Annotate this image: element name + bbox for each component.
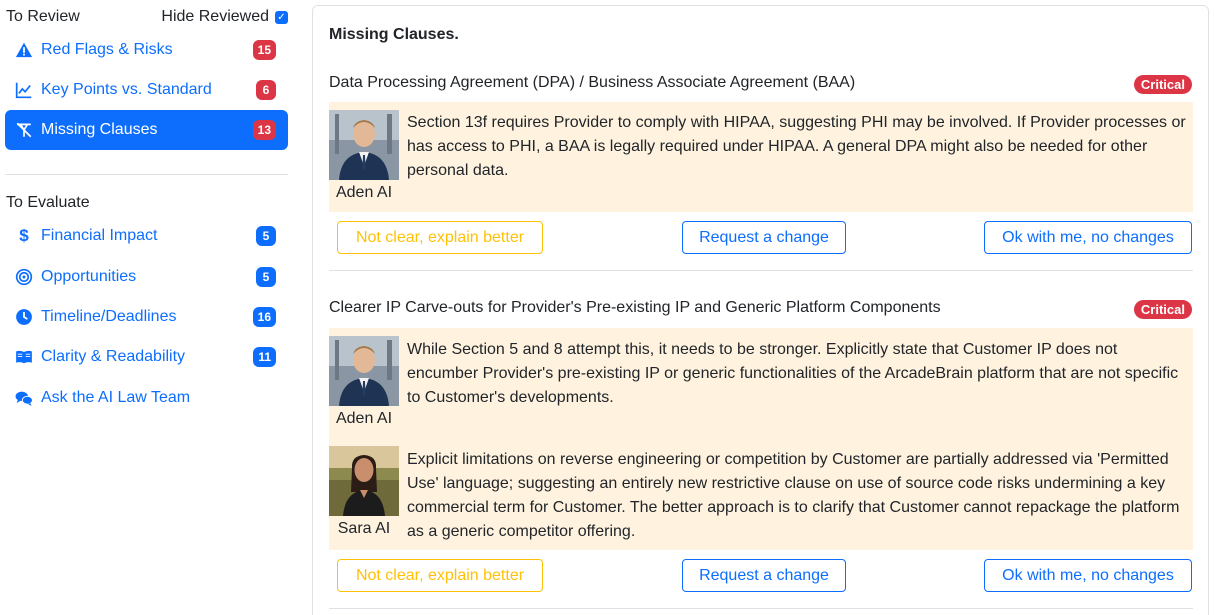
sidebar: To Review Hide Reviewed ✓ Red Flags & Ri… xyxy=(0,0,296,615)
comment-text: While Section 5 and 8 attempt this, it n… xyxy=(407,341,1179,406)
sidebar-divider xyxy=(5,174,288,175)
explain-better-button[interactable]: Not clear, explain better xyxy=(337,221,543,254)
comment-block: Aden AI Section 13f requires Provider to… xyxy=(329,102,1193,212)
to-evaluate-header: To Evaluate xyxy=(6,194,90,211)
author-name: Aden AI xyxy=(335,184,393,201)
comment-block: Aden AI While Section 5 and 8 attempt th… xyxy=(329,328,1193,550)
count-badge: 11 xyxy=(253,347,276,367)
request-change-button[interactable]: Request a change xyxy=(682,559,846,592)
clause-title: Clearer IP Carve-outs for Provider's Pre… xyxy=(329,299,941,316)
comment-text: Section 13f requires Provider to comply … xyxy=(407,114,1186,179)
sidebar-item-ask-ai-law-team[interactable]: Ask the AI Law Team xyxy=(5,378,288,418)
sidebar-item-clarity[interactable]: Clarity & Readability 11 xyxy=(5,337,288,377)
explain-better-button[interactable]: Not clear, explain better xyxy=(337,559,543,592)
critical-badge: Critical xyxy=(1133,300,1192,319)
count-badge: 16 xyxy=(252,307,276,327)
sidebar-item-red-flags[interactable]: Red Flags & Risks 15 xyxy=(5,30,288,70)
critical-badge: Critical xyxy=(1133,75,1192,94)
author-name: Aden AI xyxy=(335,410,393,427)
clause-title: Data Processing Agreement (DPA) / Busine… xyxy=(329,74,856,91)
avatar-sara-ai xyxy=(329,446,399,516)
clock-icon xyxy=(15,308,33,326)
hide-reviewed-toggle[interactable]: Hide Reviewed ✓ xyxy=(161,8,288,26)
clause-divider xyxy=(329,608,1193,609)
comment-text: Explicit limitations on reverse engineer… xyxy=(407,451,1180,540)
panel-title: Missing Clauses. xyxy=(329,26,459,43)
request-change-button[interactable]: Request a change xyxy=(682,221,846,254)
sidebar-item-opportunities[interactable]: Opportunities 5 xyxy=(5,257,288,297)
sidebar-item-label: Red Flags & Risks xyxy=(41,41,173,58)
count-badge: 15 xyxy=(252,40,276,60)
sidebar-item-missing-clauses[interactable]: Missing Clauses 13 xyxy=(5,110,288,150)
missing-clauses-panel: Missing Clauses. Data Processing Agreeme… xyxy=(312,5,1209,615)
sidebar-item-key-points[interactable]: Key Points vs. Standard 6 xyxy=(5,70,288,110)
clause-strike-icon xyxy=(15,121,33,139)
chat-icon xyxy=(15,389,33,407)
to-review-header: To Review xyxy=(6,8,80,25)
warning-icon xyxy=(15,41,33,59)
line-chart-icon xyxy=(15,81,33,99)
book-icon xyxy=(15,348,33,366)
count-badge: 5 xyxy=(256,267,276,287)
sidebar-item-label: Opportunities xyxy=(41,268,137,285)
count-badge: 5 xyxy=(256,226,276,246)
count-badge: 13 xyxy=(252,120,276,140)
avatar-aden-ai xyxy=(329,336,399,406)
count-badge: 6 xyxy=(256,80,276,100)
sidebar-item-label: Financial Impact xyxy=(41,227,158,244)
sidebar-item-label: Key Points vs. Standard xyxy=(41,81,212,98)
sidebar-item-label: Timeline/Deadlines xyxy=(41,308,177,325)
dollar-icon: $ xyxy=(19,226,29,245)
hide-reviewed-label: Hide Reviewed xyxy=(161,8,269,25)
sidebar-item-label: Ask the AI Law Team xyxy=(41,389,191,406)
ok-no-changes-button[interactable]: Ok with me, no changes xyxy=(984,559,1192,592)
sidebar-item-label: Clarity & Readability xyxy=(41,348,186,365)
sidebar-item-label: Missing Clauses xyxy=(41,121,158,138)
avatar-aden-ai xyxy=(329,110,399,180)
ok-no-changes-button[interactable]: Ok with me, no changes xyxy=(984,221,1192,254)
sidebar-item-financial-impact[interactable]: $ Financial Impact 5 xyxy=(5,216,288,256)
author-name: Sara AI xyxy=(337,520,391,537)
clause-divider xyxy=(329,270,1193,271)
target-icon xyxy=(15,268,33,286)
sidebar-item-timeline[interactable]: Timeline/Deadlines 16 xyxy=(5,297,288,337)
hide-reviewed-checkbox[interactable]: ✓ xyxy=(275,10,288,24)
